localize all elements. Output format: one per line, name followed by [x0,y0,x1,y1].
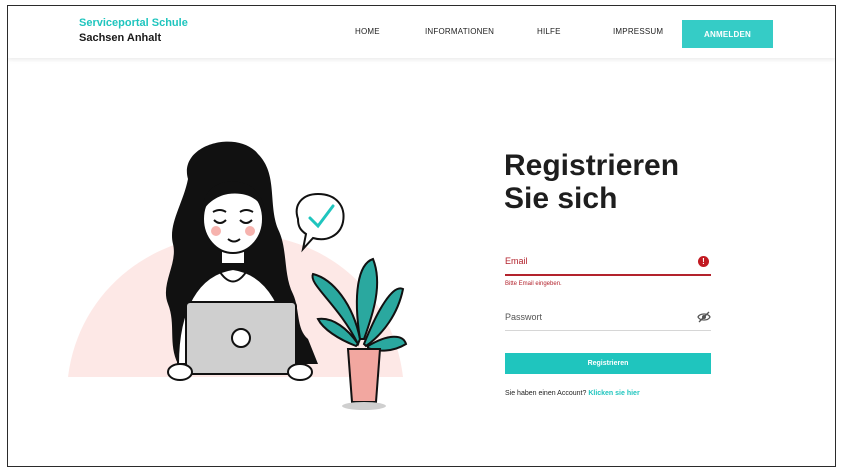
main-nav: HOME INFORMATIONEN HILFE IMPRESSUM ANMEL… [8,6,835,58]
laptop-logo [231,328,251,348]
title-line2: Sie sich [504,182,618,215]
login-button[interactable]: ANMELDEN [682,20,773,48]
eye-slash-icon[interactable] [697,311,711,323]
nav-informationen[interactable]: INFORMATIONEN [425,27,494,36]
check-speech-bubble [295,192,345,253]
title-line1: Registrieren [504,149,680,182]
nav-hilfe[interactable]: HILFE [537,27,561,36]
nav-impressum[interactable]: IMPRESSUM [613,27,663,36]
email-placeholder: Email [505,256,528,266]
browser-frame: Serviceportal Schule Sachsen Anhalt HOME… [7,5,836,467]
nav-home[interactable]: HOME [355,27,380,36]
page-title: Registrieren Sie sich [504,149,754,215]
password-placeholder: Passwort [505,312,543,322]
email-underline [505,274,711,276]
woman-laptop-illustration [68,141,408,410]
email-error-message: Bitte Email eingeben. [505,281,562,287]
password-field[interactable]: Passwort [505,308,711,331]
account-text: Sie haben einen Account? [505,390,587,397]
top-navbar: Serviceportal Schule Sachsen Anhalt HOME… [8,6,835,58]
password-underline [505,330,711,331]
register-button[interactable]: Registrieren [505,353,711,374]
login-link[interactable]: Klicken sie hier [588,390,639,397]
error-icon: ! [698,256,709,267]
account-prompt: Sie haben einen Account? Klicken sie hie… [505,390,640,397]
plant-pot [346,348,382,403]
email-field[interactable]: Email ! [505,252,711,276]
